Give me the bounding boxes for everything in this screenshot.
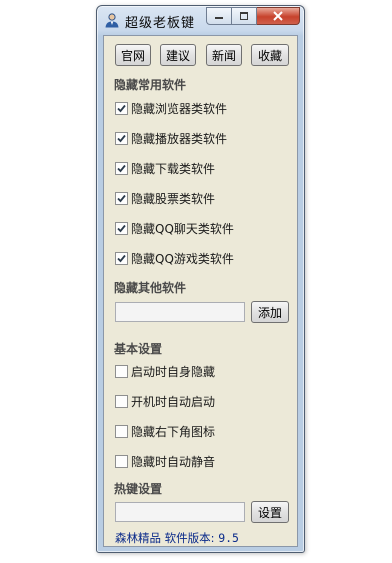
other-software-input[interactable] xyxy=(115,302,245,322)
checkbox[interactable] xyxy=(115,394,128,408)
hide-tray-icon-option[interactable]: 隐藏右下角图标 xyxy=(115,423,215,439)
autostart-option[interactable]: 开机时自动启动 xyxy=(115,393,215,409)
checkbox[interactable] xyxy=(115,364,128,378)
hide-stock-option[interactable]: 隐藏股票类软件 xyxy=(115,190,215,206)
checkbox-label: 开机时自动启动 xyxy=(131,394,216,409)
client-area: 官网 建议 新闻 收藏 隐藏常用软件 隐藏浏览器类软件 隐藏播放器类软件 隐藏下… xyxy=(103,35,298,547)
title-bar[interactable]: 超级老板键 xyxy=(97,6,304,34)
checkbox-label: 启动时自身隐藏 xyxy=(131,364,216,379)
checkbox[interactable] xyxy=(115,251,128,265)
favorite-button[interactable]: 收藏 xyxy=(251,44,289,66)
status-bar: 森林精品 软件版本: 9.5 xyxy=(115,530,239,546)
checkbox-label: 隐藏QQ游戏类软件 xyxy=(131,251,234,266)
hotkey-input[interactable] xyxy=(115,502,245,522)
window-controls xyxy=(206,7,300,25)
hide-qq-chat-option[interactable]: 隐藏QQ聊天类软件 xyxy=(115,220,234,236)
user-icon xyxy=(104,12,120,28)
brand-label: 森林精品 xyxy=(115,531,161,545)
checkbox[interactable] xyxy=(115,424,128,438)
maximize-button[interactable] xyxy=(232,7,257,25)
official-site-button[interactable]: 官网 xyxy=(115,44,151,66)
news-button[interactable]: 新闻 xyxy=(206,44,242,66)
hide-other-heading: 隐藏其他软件 xyxy=(114,281,187,295)
add-button[interactable]: 添加 xyxy=(251,301,289,323)
version-label: 软件版本: xyxy=(164,531,215,545)
check-icon xyxy=(117,194,126,202)
checkbox-label: 隐藏股票类软件 xyxy=(131,191,216,206)
hide-common-heading: 隐藏常用软件 xyxy=(114,78,187,92)
hide-on-start-option[interactable]: 启动时自身隐藏 xyxy=(115,363,215,379)
checkbox[interactable] xyxy=(115,191,128,205)
basic-settings-heading: 基本设置 xyxy=(114,342,163,356)
minimize-button[interactable] xyxy=(206,7,232,25)
close-icon xyxy=(257,8,299,24)
checkbox[interactable] xyxy=(115,221,128,235)
version-value: 9.5 xyxy=(218,531,239,545)
maximize-icon xyxy=(232,8,256,24)
hide-player-option[interactable]: 隐藏播放器类软件 xyxy=(115,130,227,146)
checkbox[interactable] xyxy=(115,131,128,145)
checkbox-label: 隐藏右下角图标 xyxy=(131,424,216,439)
check-icon xyxy=(117,164,126,172)
checkbox-label: 隐藏QQ聊天类软件 xyxy=(131,221,234,236)
checkbox[interactable] xyxy=(115,161,128,175)
checkbox-label: 隐藏播放器类软件 xyxy=(131,131,228,146)
check-icon xyxy=(117,254,126,262)
window-title: 超级老板键 xyxy=(125,16,196,31)
hide-qq-game-option[interactable]: 隐藏QQ游戏类软件 xyxy=(115,250,234,266)
checkbox-label: 隐藏浏览器类软件 xyxy=(131,101,228,116)
checkbox[interactable] xyxy=(115,454,128,468)
suggestion-button[interactable]: 建议 xyxy=(160,44,196,66)
minimize-icon xyxy=(207,8,231,24)
hide-download-option[interactable]: 隐藏下载类软件 xyxy=(115,160,215,176)
checkbox-label: 隐藏下载类软件 xyxy=(131,161,216,176)
hide-browser-option[interactable]: 隐藏浏览器类软件 xyxy=(115,100,227,116)
checkbox-label: 隐藏时自动静音 xyxy=(131,454,216,469)
checkbox[interactable] xyxy=(115,101,128,115)
check-icon xyxy=(117,224,126,232)
hotkey-heading: 热键设置 xyxy=(114,482,163,496)
app-window: 超级老板键 官网 建议 新闻 收藏 隐藏常用软件 隐藏浏览器类软件 隐藏播放器类… xyxy=(96,5,305,553)
set-hotkey-button[interactable]: 设置 xyxy=(251,501,289,523)
check-icon xyxy=(117,104,126,112)
close-button[interactable] xyxy=(257,7,300,25)
auto-mute-option[interactable]: 隐藏时自动静音 xyxy=(115,453,215,469)
check-icon xyxy=(117,134,126,142)
